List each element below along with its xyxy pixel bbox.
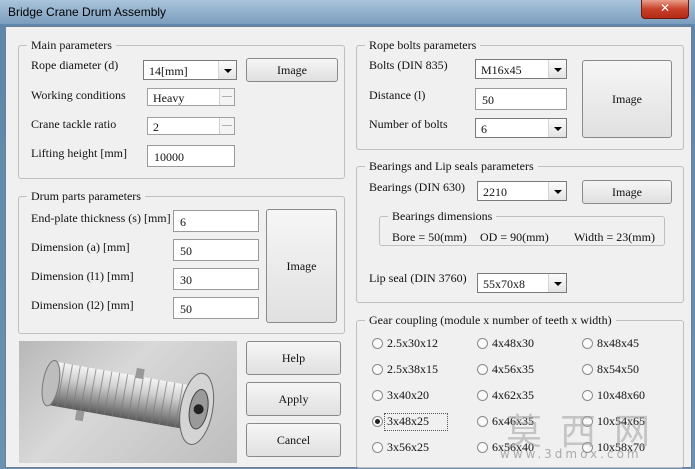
spinner-arrows-icon[interactable] — [219, 89, 234, 105]
gear-coupling-legend: Gear coupling (module x number of teeth … — [365, 313, 616, 328]
od-value: OD = 90(mm) — [480, 230, 549, 244]
endplate-input[interactable]: 6 — [173, 210, 259, 232]
app-window: Bridge Crane Drum Assembly ✕ Main parame… — [0, 0, 695, 469]
dim-l1-value: 30 — [180, 273, 192, 287]
radio-4x56x35[interactable] — [477, 364, 488, 375]
cancel-button[interactable]: Cancel — [246, 423, 341, 457]
radio-8x48x45[interactable] — [582, 338, 593, 349]
bearings-label: Bearings (DIN 630) — [369, 180, 465, 194]
distance-value: 50 — [482, 93, 494, 107]
drum-image-button[interactable]: Image — [266, 209, 337, 323]
coupling-option[interactable]: 4x48x30 — [492, 336, 534, 351]
tackle-ratio-label: Crane tackle ratio — [31, 117, 117, 131]
radio-6x46x35[interactable] — [477, 416, 488, 427]
bolts-value: M16x45 — [481, 63, 522, 77]
coupling-option[interactable]: 4x56x35 — [492, 362, 534, 377]
coupling-option-selected[interactable]: 3x48x25 — [387, 414, 429, 429]
drum-parts-group: Drum parts parameters End-plate thicknes… — [18, 189, 345, 334]
bearings-group: Bearings and Lip seals parameters Bearin… — [356, 159, 684, 303]
dim-a-value: 50 — [180, 244, 192, 258]
rope-diameter-select[interactable]: 14[mm] — [143, 60, 237, 80]
coupling-option[interactable]: 2.5x38x15 — [387, 362, 438, 377]
chevron-down-icon[interactable] — [548, 60, 566, 78]
bolts-label: Bolts (DIN 835) — [369, 58, 448, 72]
radio-8x54x50[interactable] — [582, 364, 593, 375]
bolts-image-button[interactable]: Image — [582, 60, 672, 138]
rope-bolts-legend: Rope bolts parameters — [365, 38, 481, 53]
bearings-select[interactable]: 2210 — [477, 181, 567, 201]
dim-a-label: Dimension (a) [mm] — [31, 240, 130, 254]
main-image-button[interactable]: Image — [246, 58, 338, 82]
lifting-height-label: Lifting height [mm] — [31, 146, 127, 160]
number-of-bolts-label: Number of bolts — [369, 117, 448, 131]
apply-button[interactable]: Apply — [246, 382, 341, 416]
bearings-value: 2210 — [483, 185, 507, 199]
tackle-ratio-value: 2 — [153, 120, 159, 134]
coupling-option[interactable]: 2.5x30x12 — [387, 336, 438, 351]
window-title: Bridge Crane Drum Assembly — [8, 5, 167, 19]
spinner-arrows-icon[interactable] — [219, 118, 234, 134]
main-parameters-group: Main parameters Rope diameter (d) 14[mm]… — [18, 38, 345, 179]
coupling-option[interactable]: 3x40x20 — [387, 388, 429, 403]
radio-3x40x20[interactable] — [372, 390, 383, 401]
lifting-height-input[interactable]: 10000 — [147, 145, 235, 167]
bearings-image-button[interactable]: Image — [582, 180, 672, 204]
distance-input[interactable]: 50 — [475, 88, 567, 110]
bearings-dimensions-legend: Bearings dimensions — [388, 209, 497, 224]
dim-l1-input[interactable]: 30 — [173, 268, 259, 290]
chevron-down-icon[interactable] — [548, 182, 566, 200]
dialog-client-area: Main parameters Rope diameter (d) 14[mm]… — [5, 26, 692, 468]
working-conditions-value: Heavy — [153, 91, 185, 105]
bolts-select[interactable]: M16x45 — [475, 59, 567, 79]
coupling-option[interactable]: 3x56x25 — [387, 440, 429, 455]
lipseal-value: 55x70x8 — [483, 277, 525, 291]
width-value: Width = 23(mm) — [574, 230, 655, 244]
distance-label: Distance (l) — [369, 88, 426, 102]
rope-diameter-value: 14[mm] — [149, 64, 188, 78]
coupling-option[interactable]: 4x62x35 — [492, 388, 534, 403]
radio-3x56x25[interactable] — [372, 442, 383, 453]
lipseal-label: Lip seal (DIN 3760) — [369, 271, 467, 285]
close-button[interactable]: ✕ — [641, 0, 689, 19]
rope-diameter-label: Rope diameter (d) — [31, 58, 119, 72]
radio-4x62x35[interactable] — [477, 390, 488, 401]
radio-2.5x30x12[interactable] — [372, 338, 383, 349]
bore-value: Bore = 50(mm) — [392, 230, 467, 244]
coupling-option[interactable]: 10x48x60 — [597, 388, 645, 403]
help-button[interactable]: Help — [246, 341, 341, 375]
coupling-option[interactable]: 8x48x45 — [597, 336, 639, 351]
lifting-height-value: 10000 — [154, 150, 184, 164]
rope-bolts-group: Rope bolts parameters Bolts (DIN 835) M1… — [356, 38, 684, 150]
drum-preview-image — [19, 341, 237, 463]
lipseal-select[interactable]: 55x70x8 — [477, 273, 567, 293]
title-bar[interactable]: Bridge Crane Drum Assembly ✕ — [0, 0, 695, 24]
radio-3x48x25-selected[interactable] — [372, 416, 383, 427]
bearings-dimensions-group: Bearings dimensions Bore = 50(mm) OD = 9… — [379, 209, 665, 246]
radio-2.5x38x15[interactable] — [372, 364, 383, 375]
radio-6x56x40[interactable] — [477, 442, 488, 453]
number-of-bolts-value: 6 — [481, 122, 487, 136]
radio-4x48x30[interactable] — [477, 338, 488, 349]
number-of-bolts-select[interactable]: 6 — [475, 118, 567, 138]
coupling-option[interactable]: 8x54x50 — [597, 362, 639, 377]
drum-parts-legend: Drum parts parameters — [27, 189, 145, 204]
bearings-legend: Bearings and Lip seals parameters — [365, 159, 538, 174]
dim-l2-label: Dimension (l2) [mm] — [31, 298, 134, 312]
chevron-down-icon[interactable] — [548, 274, 566, 292]
watermark-site: www.3dmox.com — [500, 447, 642, 461]
dim-l2-value: 50 — [180, 302, 192, 316]
dim-l2-input[interactable]: 50 — [173, 297, 259, 319]
endplate-value: 6 — [180, 215, 186, 229]
drum-render-icon — [41, 359, 215, 445]
main-parameters-legend: Main parameters — [27, 38, 116, 53]
endplate-label: End-plate thickness (s) [mm] — [31, 211, 171, 225]
tackle-ratio-spinner[interactable]: 2 — [147, 117, 235, 135]
working-conditions-spinner[interactable]: Heavy — [147, 88, 235, 106]
chevron-down-icon[interactable] — [548, 119, 566, 137]
working-conditions-label: Working conditions — [31, 88, 126, 102]
chevron-down-icon[interactable] — [218, 61, 236, 79]
dim-l1-label: Dimension (l1) [mm] — [31, 269, 134, 283]
radio-10x48x60[interactable] — [582, 390, 593, 401]
dim-a-input[interactable]: 50 — [173, 239, 259, 261]
